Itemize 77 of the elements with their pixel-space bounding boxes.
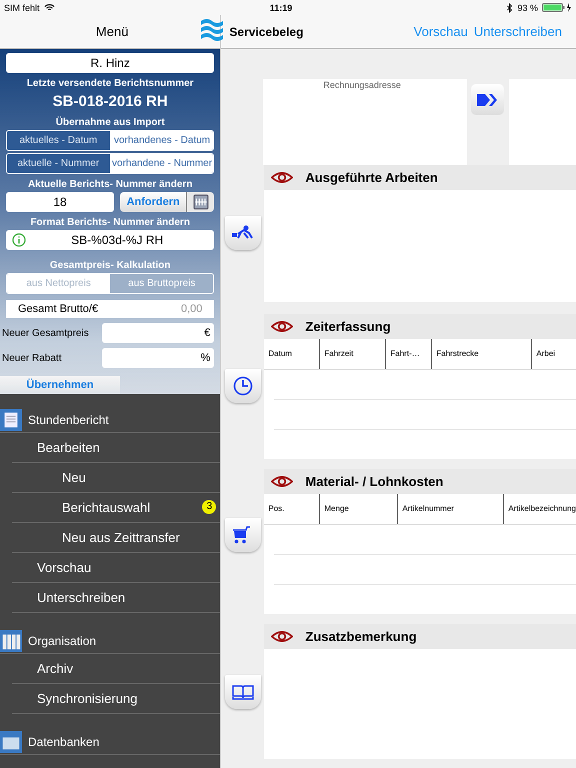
abacus-button[interactable] <box>186 192 214 212</box>
count-badge: 3 <box>202 500 216 514</box>
section-label: Übernahme aus Import <box>54 117 166 128</box>
request-button[interactable]: Anfordern <box>120 192 186 212</box>
column-header: Artikelbezeichnung <box>507 503 576 515</box>
section-label: Gesamtpreis- Kalkulation <box>48 260 172 271</box>
section-title: Ausgeführte Arbeiten <box>305 170 438 185</box>
menu-item[interactable]: Synchronisierung <box>12 684 220 714</box>
new-total-field[interactable]: € <box>102 323 214 343</box>
table[interactable]: Pos. Menge Artikelnummer Artikelbezeichnung <box>264 494 576 614</box>
page-title: Servicebeleg <box>229 24 304 38</box>
menu-item[interactable]: Archiv <box>12 654 220 684</box>
wifi-icon <box>44 3 55 12</box>
section-title: Zeiterfassung <box>305 319 391 334</box>
worker-icon <box>232 225 254 241</box>
section-label: Format Berichts- Nummer ändern <box>29 217 191 228</box>
discount-field[interactable]: % <box>102 348 214 368</box>
segment-option[interactable]: vorhandenes - Datum <box>110 131 214 150</box>
number-field[interactable]: 18 <box>6 192 114 212</box>
book-icon <box>232 684 254 700</box>
billing-address-label: Rechnungsadresse <box>323 80 401 90</box>
bluetooth-icon <box>507 2 514 12</box>
eye-icon[interactable] <box>271 172 294 183</box>
column-header: Fahrt-… <box>386 339 432 369</box>
binders-icon <box>0 630 22 652</box>
menu-group[interactable]: Organisation <box>0 629 220 654</box>
menu-title: Menü <box>94 24 130 39</box>
carrier-text: SIM fehlt <box>4 2 40 12</box>
forward-button[interactable] <box>471 84 504 115</box>
gross-total-label: Gesamt Brutto/€ <box>18 303 98 315</box>
report-icon <box>0 409 22 431</box>
column-header: Pos. <box>264 494 320 524</box>
side-tab[interactable] <box>225 216 262 250</box>
column-header: Arbei <box>535 348 556 360</box>
format-value: SB-%03d-%J RH <box>70 233 164 247</box>
field-label: Neuer Gesamtpreis <box>2 328 89 338</box>
menu-group[interactable]: Stundenbericht <box>0 408 220 433</box>
column-header: Fahrstrecke <box>432 339 532 369</box>
side-tab[interactable] <box>225 675 262 709</box>
waves-logo-icon <box>198 17 226 43</box>
battery-percent: 93 % <box>517 2 538 12</box>
clock-icon <box>233 376 254 396</box>
eye-icon[interactable] <box>271 476 294 487</box>
column-header: Fahrzeit <box>320 339 386 369</box>
info-icon <box>12 233 26 247</box>
side-tab[interactable] <box>225 369 262 403</box>
segment-option[interactable]: aktuelles - Datum <box>7 131 111 150</box>
billing-address-box[interactable]: Rechnungsadresse <box>263 79 468 165</box>
side-tab[interactable] <box>225 518 262 552</box>
column-header: Datum <box>264 339 320 369</box>
format-field[interactable]: SB-%03d-%J RH <box>6 230 214 250</box>
user-name-field[interactable]: R. Hinz <box>6 53 214 73</box>
segment-option[interactable]: vorhandene - Nummer <box>110 154 214 173</box>
eye-icon[interactable] <box>271 631 294 642</box>
section-title: Material- / Lohnkosten <box>305 474 444 489</box>
status-time: 11:19 <box>268 2 294 12</box>
menu-group[interactable]: Datenbanken <box>0 730 220 755</box>
gross-total-value: 0,00 <box>180 303 202 315</box>
table[interactable]: Datum Fahrzeit Fahrt-… Fahrstrecke Arbei <box>264 339 576 459</box>
last-report-number: SB-018-2016 RH <box>52 93 169 110</box>
menu-item[interactable]: Unterschreiben <box>12 583 220 613</box>
segment-option[interactable]: aktuelle - Nummer <box>7 154 111 173</box>
column-header: Menge <box>320 494 398 524</box>
section-label: Letzte versendete Berichtsnummer <box>26 78 195 89</box>
abacus-icon <box>192 194 209 210</box>
column-header: Artikelnummer <box>398 494 504 524</box>
menu-item[interactable]: Neu <box>12 463 220 493</box>
menu-item[interactable]: Neu aus Zeittransfer <box>12 523 220 553</box>
forward-icon <box>476 92 499 106</box>
section-label: Aktuelle Berichts- Nummer ändern <box>26 179 194 190</box>
section-title: Zusatzbemerkung <box>305 629 417 644</box>
menu-item[interactable]: Vorschau <box>12 553 220 583</box>
menu-item[interactable]: Bearbeiten <box>12 433 220 463</box>
field-label: Neuer Rabatt <box>2 352 62 364</box>
eye-icon[interactable] <box>271 321 294 332</box>
folder-icon <box>0 731 22 753</box>
battery-icon <box>542 3 572 12</box>
